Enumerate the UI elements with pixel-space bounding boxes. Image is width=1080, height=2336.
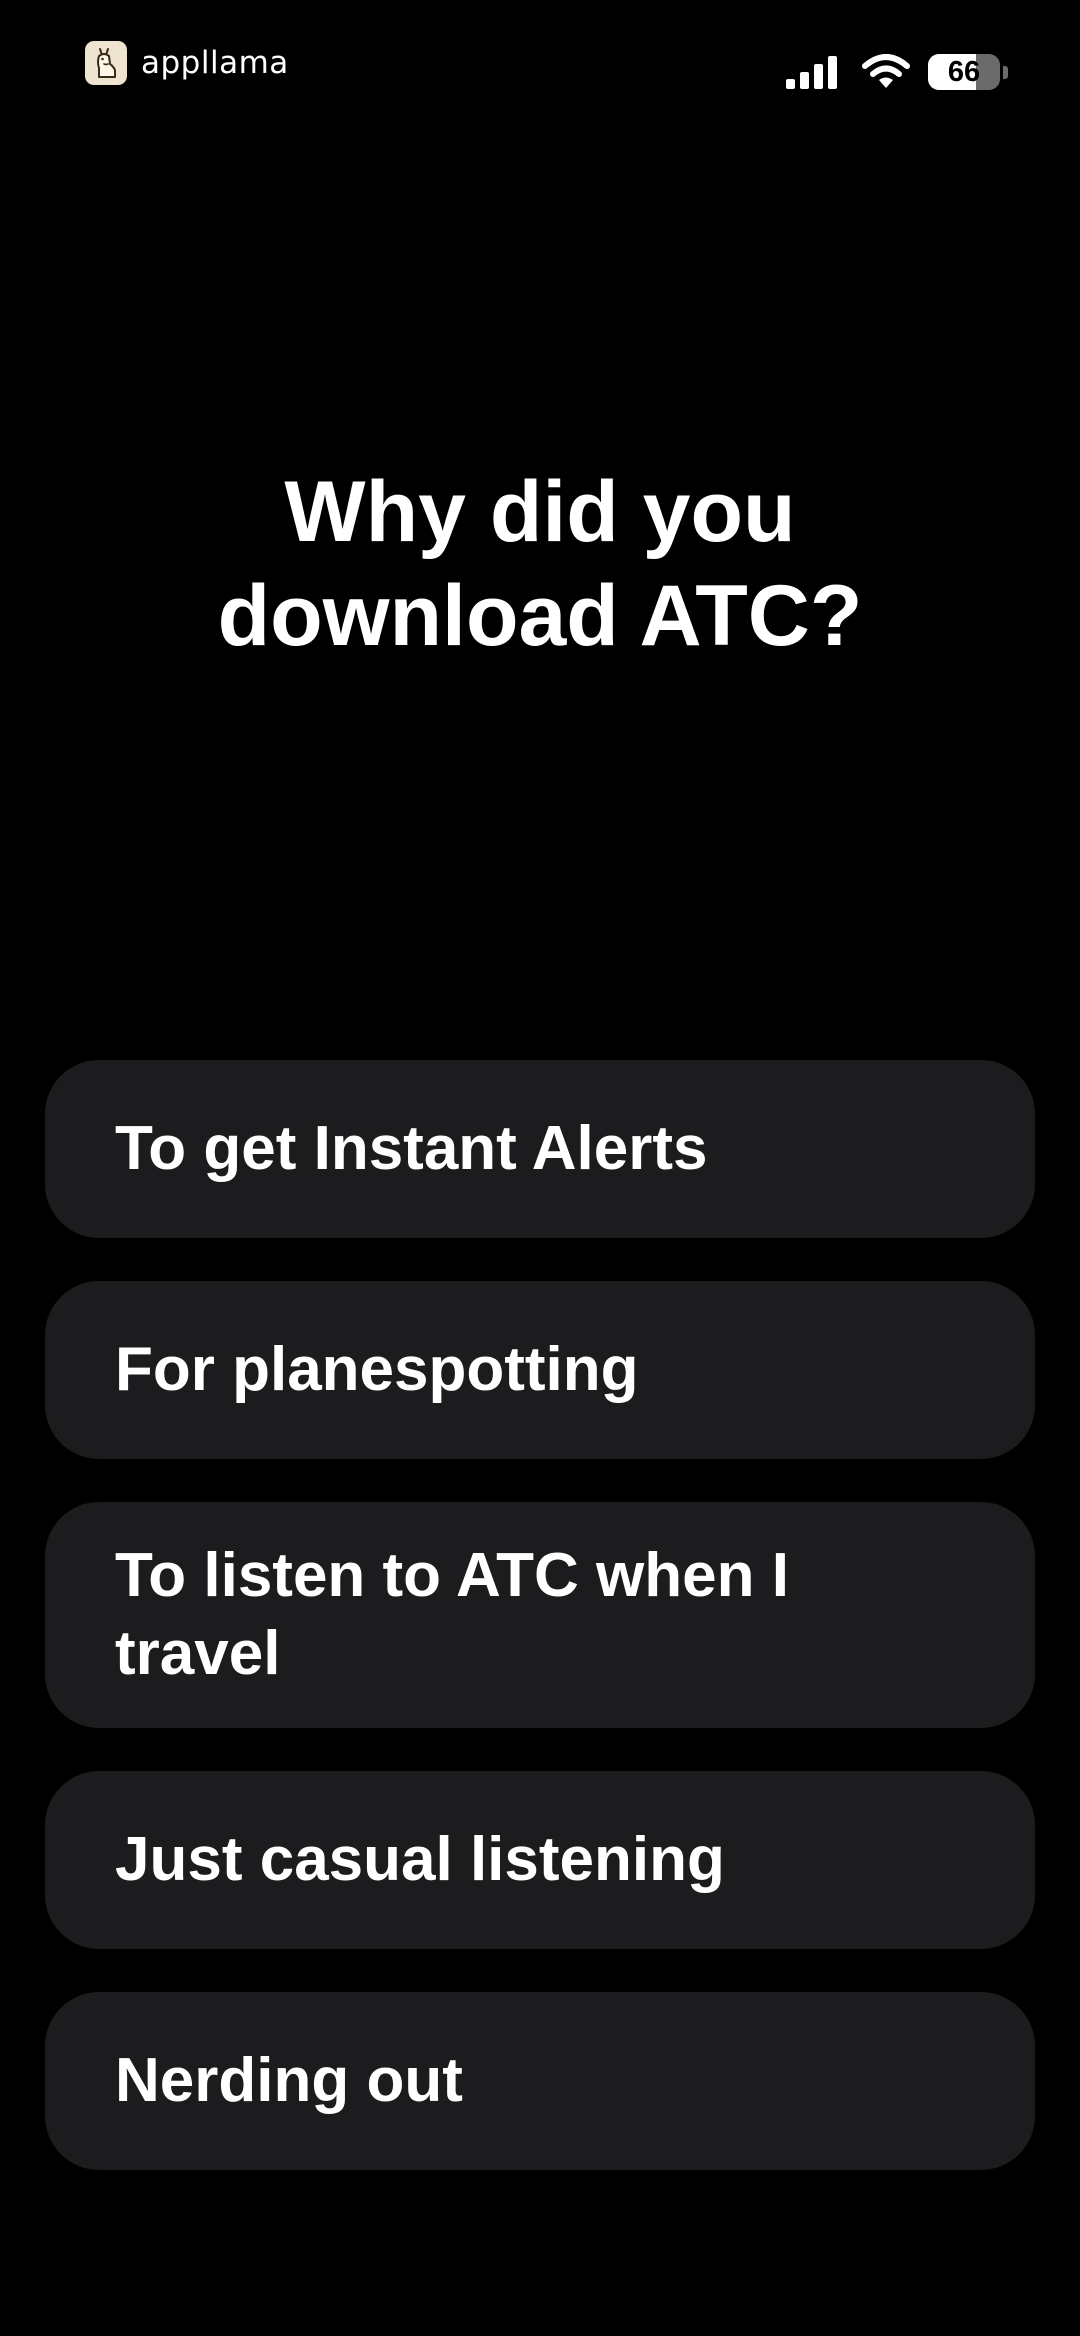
option-label: Nerding out — [115, 2046, 463, 2115]
wifi-icon — [862, 54, 910, 88]
brand-name: appllama — [141, 45, 289, 81]
status-icons: 66 — [786, 50, 1008, 94]
battery-level: 66 — [947, 55, 981, 88]
option-nerding-out[interactable]: Nerding out — [45, 1992, 1035, 2170]
option-label: To listen to ATC when I travel — [115, 1541, 789, 1688]
option-label: To get Instant Alerts — [115, 1114, 708, 1183]
options-list: To get Instant Alerts For planespotting … — [45, 1060, 1035, 2213]
option-instant-alerts[interactable]: To get Instant Alerts — [45, 1060, 1035, 1238]
signal-icon — [786, 56, 837, 89]
option-label: For planespotting — [115, 1335, 639, 1404]
status-bar: appllama 66 — [0, 0, 1080, 140]
option-listen-when-travel[interactable]: To listen to ATC when I travel — [45, 1502, 1035, 1728]
option-casual-listening[interactable]: Just casual listening — [45, 1771, 1035, 1949]
page-title: Why did you download ATC? — [0, 460, 1080, 668]
brand: appllama — [85, 40, 289, 86]
battery-icon: 66 — [928, 54, 1000, 90]
llama-logo-icon — [85, 41, 127, 85]
option-planespotting[interactable]: For planespotting — [45, 1281, 1035, 1459]
option-label: Just casual listening — [115, 1825, 725, 1894]
page-title-line-1: Why did you — [284, 464, 796, 560]
battery-nub — [1003, 65, 1008, 79]
page-title-line-2: download ATC? — [217, 568, 863, 664]
